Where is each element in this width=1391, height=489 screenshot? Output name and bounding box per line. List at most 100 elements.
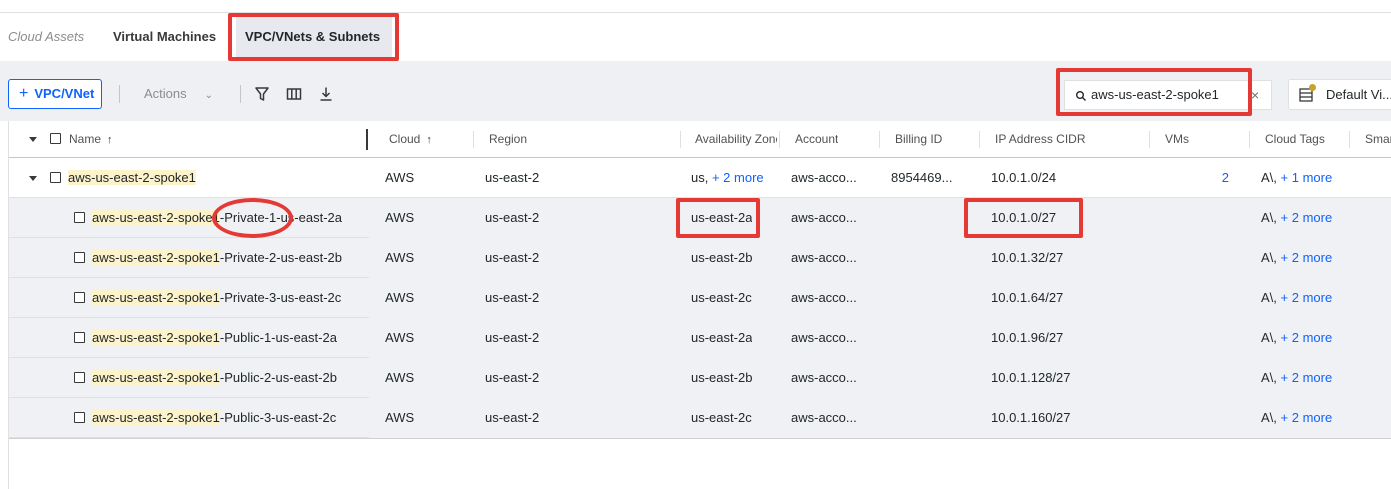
close-icon[interactable]: × bbox=[1251, 81, 1259, 109]
column-divider[interactable] bbox=[1249, 131, 1250, 148]
sort-ascending-icon: ↑ bbox=[426, 134, 432, 146]
search-match-highlight: aws-us-east-2-spoke1 bbox=[92, 290, 220, 305]
table-row-parent[interactable]: aws-us-east-2-spoke1 AWS us-east-2 us, +… bbox=[9, 158, 1391, 198]
cloud-tags-cell: A\, + 2 more bbox=[1261, 250, 1333, 265]
collapse-row-icon[interactable] bbox=[29, 176, 37, 181]
column-label: Name bbox=[69, 132, 102, 146]
table-row[interactable]: aws-us-east-2-spoke1-Public-2-us-east-2b… bbox=[9, 358, 1391, 398]
tags-prefix: A\ bbox=[1261, 330, 1274, 345]
column-divider[interactable] bbox=[1149, 131, 1150, 148]
row-checkbox[interactable] bbox=[74, 372, 85, 383]
account-cell: aws-acco... bbox=[791, 410, 857, 425]
subnet-name[interactable]: aws-us-east-2-spoke1-Public-2-us-east-2b bbox=[92, 358, 337, 398]
table-row[interactable]: aws-us-east-2-spoke1-Public-3-us-east-2c… bbox=[9, 398, 1391, 438]
tags-prefix: A\ bbox=[1261, 370, 1274, 385]
cloud-tags-cell: A\, + 2 more bbox=[1261, 330, 1333, 345]
select-all-checkbox[interactable] bbox=[50, 133, 61, 144]
cloud-cell: AWS bbox=[385, 170, 415, 185]
search-match-highlight: aws-us-east-2-spoke1 bbox=[92, 370, 220, 385]
search-match-highlight: aws-us-east-2-spoke1 bbox=[92, 210, 220, 225]
table-row[interactable]: aws-us-east-2-spoke1-Private-3-us-east-2… bbox=[9, 278, 1391, 318]
annotation-az-highlight bbox=[676, 198, 760, 238]
tags-more-link[interactable]: + 2 more bbox=[1281, 410, 1333, 425]
vpc-name[interactable]: aws-us-east-2-spoke1 bbox=[68, 170, 196, 185]
tags-more-link[interactable]: + 1 more bbox=[1281, 170, 1333, 185]
cloud-tags-cell: A\, + 2 more bbox=[1261, 210, 1333, 225]
tags-more-link[interactable]: + 2 more bbox=[1281, 290, 1333, 305]
column-header-name[interactable]: Name ↑ bbox=[69, 121, 113, 157]
column-divider[interactable] bbox=[779, 131, 780, 148]
add-vpc-vnet-button[interactable]: + VPC/VNet bbox=[8, 79, 102, 109]
row-checkbox[interactable] bbox=[74, 412, 85, 423]
row-checkbox[interactable] bbox=[50, 172, 61, 183]
row-checkbox[interactable] bbox=[74, 252, 85, 263]
column-header-cloud-tags[interactable]: Cloud Tags bbox=[1265, 121, 1325, 157]
subnet-name[interactable]: aws-us-east-2-spoke1-Private-3-us-east-2… bbox=[92, 278, 341, 318]
cidr-cell: 10.0.1.96/27 bbox=[991, 330, 1064, 345]
az-more-link[interactable]: + 2 more bbox=[712, 170, 764, 185]
tab-virtual-machines[interactable]: Virtual Machines bbox=[113, 13, 216, 61]
account-cell: aws-acco... bbox=[791, 170, 857, 185]
account-cell: aws-acco... bbox=[791, 250, 857, 265]
tab-cloud-assets[interactable]: Cloud Assets bbox=[8, 13, 84, 61]
az-prefix: us bbox=[691, 170, 705, 185]
tags-more-link[interactable]: + 2 more bbox=[1281, 210, 1333, 225]
billing-id-cell: 8954469... bbox=[891, 170, 953, 185]
subnets-table: Name ↑ Cloud ↑ Region Availability Zone Ac… bbox=[8, 121, 1391, 489]
tags-more-link[interactable]: + 2 more bbox=[1281, 370, 1333, 385]
download-icon[interactable] bbox=[317, 85, 335, 103]
column-header-ip-address-cidr[interactable]: IP Address CIDR bbox=[995, 121, 1085, 157]
search-match-highlight: aws-us-east-2-spoke1 bbox=[92, 250, 220, 265]
subnet-name[interactable]: aws-us-east-2-spoke1-Private-2-us-east-2… bbox=[92, 238, 342, 278]
availability-zone-cell: us-east-2c bbox=[691, 290, 752, 305]
table-empty-area bbox=[9, 438, 1391, 489]
filter-icon[interactable] bbox=[253, 85, 271, 103]
cloud-cell: AWS bbox=[385, 410, 415, 425]
column-header-region[interactable]: Region bbox=[489, 121, 527, 157]
region-cell: us-east-2 bbox=[485, 330, 540, 345]
column-divider[interactable] bbox=[879, 131, 880, 148]
annotation-name-circle bbox=[212, 198, 293, 238]
subnet-name[interactable]: aws-us-east-2-spoke1-Public-3-us-east-2c bbox=[92, 398, 336, 438]
column-divider[interactable] bbox=[1349, 131, 1350, 148]
table-row[interactable]: aws-us-east-2-spoke1-Private-2-us-east-2… bbox=[9, 238, 1391, 278]
subnet-name[interactable]: aws-us-east-2-spoke1-Public-1-us-east-2a bbox=[92, 318, 337, 358]
column-header-account[interactable]: Account bbox=[795, 121, 838, 157]
account-cell: aws-acco... bbox=[791, 210, 857, 225]
cidr-cell: 10.0.1.32/27 bbox=[991, 250, 1064, 265]
search-match-highlight: aws-us-east-2-spoke1 bbox=[92, 330, 220, 345]
row-checkbox[interactable] bbox=[74, 292, 85, 303]
row-checkbox[interactable] bbox=[74, 332, 85, 343]
column-header-cloud[interactable]: Cloud ↑ bbox=[389, 121, 432, 157]
asset-tabs: Cloud Assets Virtual Machines VPC/VNets … bbox=[0, 13, 1391, 61]
add-vpc-vnet-label: VPC/VNet bbox=[34, 86, 95, 101]
actions-dropdown[interactable]: Actions ⌄ bbox=[144, 79, 213, 109]
column-header-smart[interactable]: Smar bbox=[1365, 121, 1391, 157]
vms-count-link[interactable]: 2 bbox=[1169, 158, 1229, 198]
collapse-all-icon[interactable] bbox=[29, 137, 37, 142]
tags-prefix: A\ bbox=[1261, 170, 1274, 185]
view-label: Default Vi... bbox=[1326, 87, 1391, 102]
cloud-cell: AWS bbox=[385, 330, 415, 345]
column-header-availability-zone[interactable]: Availability Zone bbox=[695, 121, 777, 157]
columns-icon[interactable] bbox=[285, 85, 303, 103]
tags-more-link[interactable]: + 2 more bbox=[1281, 330, 1333, 345]
subnet-name-suffix: -Private-3-us-east-2c bbox=[219, 290, 342, 305]
column-divider[interactable] bbox=[979, 131, 980, 148]
view-selector[interactable]: Default Vi... bbox=[1288, 79, 1391, 110]
table-row[interactable]: aws-us-east-2-spoke1-Public-1-us-east-2a… bbox=[9, 318, 1391, 358]
region-cell: us-east-2 bbox=[485, 290, 540, 305]
tags-prefix: A\ bbox=[1261, 250, 1274, 265]
toolbar-divider bbox=[119, 85, 120, 103]
column-header-billing-id[interactable]: Billing ID bbox=[895, 121, 942, 157]
column-divider[interactable] bbox=[680, 131, 681, 148]
column-divider[interactable] bbox=[473, 131, 474, 148]
annotation-tab-highlight bbox=[228, 13, 399, 61]
row-checkbox[interactable] bbox=[74, 212, 85, 223]
column-header-vms[interactable]: VMs bbox=[1165, 121, 1189, 157]
subnet-name-suffix: -Public-1-us-east-2a bbox=[219, 330, 337, 345]
annotation-search-highlight bbox=[1056, 68, 1252, 116]
tags-prefix: A\ bbox=[1261, 210, 1274, 225]
column-resize-handle[interactable] bbox=[366, 129, 368, 150]
tags-more-link[interactable]: + 2 more bbox=[1281, 250, 1333, 265]
